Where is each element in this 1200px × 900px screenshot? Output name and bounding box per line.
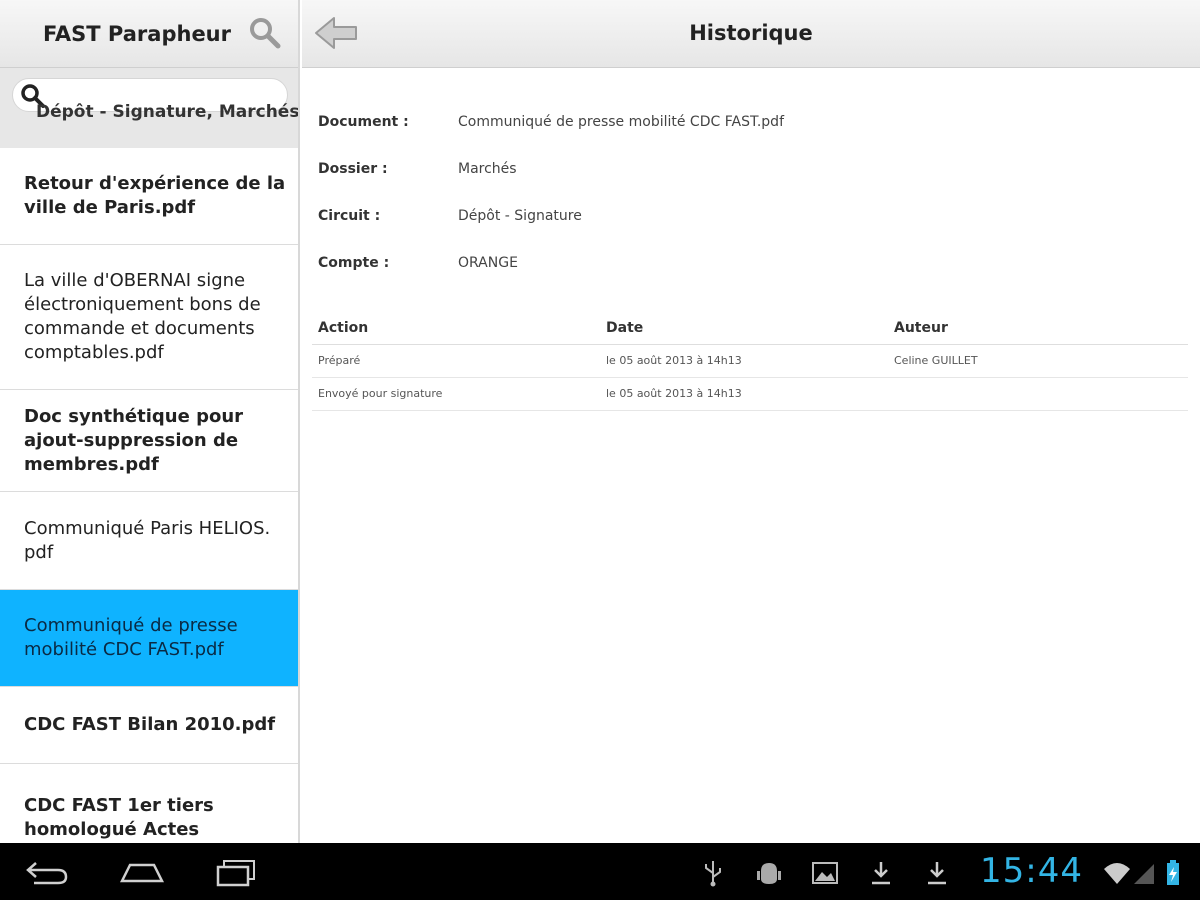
table-header-row: Action Date Auteur xyxy=(312,312,1188,345)
info-row-circuit: Circuit : Dépôt - Signature xyxy=(318,192,1200,239)
list-item-selected[interactable]: Communiqué de presse mobilité CDC FAST.p… xyxy=(0,590,298,687)
list-item[interactable]: La ville d'OBERNAI signe électroniquemen… xyxy=(0,245,298,390)
info-value: ORANGE xyxy=(458,254,518,271)
info-label: Circuit : xyxy=(318,207,381,224)
system-bar: 15:44 xyxy=(0,843,1200,900)
cell-author xyxy=(888,377,1188,411)
document-info: Document : Communiqué de presse mobilité… xyxy=(302,68,1200,286)
cell-author: Celine GUILLET xyxy=(888,344,1188,378)
info-value: Marchés xyxy=(458,160,517,177)
list-item-label: Doc synthétique pour ajout-suppression d… xyxy=(24,405,244,475)
history-panel: Historique Document : Communiqué de pres… xyxy=(302,0,1200,843)
table-row: Envoyé pour signature le 05 août 2013 à … xyxy=(312,377,1188,411)
document-list: Retour d'expérience de la ville de Paris… xyxy=(0,148,298,843)
info-label: Dossier : xyxy=(318,160,388,177)
column-header-date: Date xyxy=(600,312,888,345)
info-row-dossier: Dossier : Marchés xyxy=(318,145,1200,192)
page-title: Historique xyxy=(689,21,813,45)
list-item[interactable]: CDC FAST 1er tiers homologué Actes xyxy=(0,764,298,843)
list-item-label: CDC FAST 1er tiers homologué Actes xyxy=(24,795,214,840)
image-icon xyxy=(812,862,838,884)
download-icon xyxy=(928,862,946,885)
clock: 15:44 xyxy=(980,851,1083,891)
signal-icon xyxy=(1134,864,1154,884)
android-debug-icon xyxy=(757,863,781,884)
list-item-label: La ville d'OBERNAI signe électroniquemen… xyxy=(24,270,261,363)
info-row-compte: Compte : ORANGE xyxy=(318,239,1200,286)
list-item-label: Communiqué de presse mobilité CDC FAST.p… xyxy=(24,615,238,660)
info-label: Compte : xyxy=(318,254,390,271)
list-item[interactable]: Communiqué Paris HELIOS. pdf xyxy=(0,492,298,590)
battery-charging-icon xyxy=(1167,860,1179,885)
document-list-panel: FAST Parapheur Dépôt - Signature, Marché… xyxy=(0,0,300,843)
list-item[interactable]: CDC FAST Bilan 2010.pdf xyxy=(0,687,298,764)
table-row: Préparé le 05 août 2013 à 14h13 Celine G… xyxy=(312,344,1188,378)
search-icon[interactable] xyxy=(248,16,282,50)
info-label: Document : xyxy=(318,113,409,130)
column-header-action: Action xyxy=(312,312,600,345)
list-item-partial[interactable]: Dépôt - Signature, Marchés xyxy=(36,102,298,122)
history-table: Action Date Auteur Préparé le 05 août 20… xyxy=(312,312,1188,411)
right-action-bar: Historique xyxy=(302,0,1200,68)
usb-icon xyxy=(705,861,721,887)
cell-action: Envoyé pour signature xyxy=(312,377,600,411)
list-item-label: Retour d'expérience de la ville de Paris… xyxy=(24,173,286,218)
cell-date: le 05 août 2013 à 14h13 xyxy=(600,344,888,378)
recent-apps-icon[interactable] xyxy=(212,857,260,887)
list-item-label: Communiqué Paris HELIOS. pdf xyxy=(24,517,271,563)
wifi-icon xyxy=(1104,863,1130,884)
search-area: Dépôt - Signature, Marchés xyxy=(0,68,298,148)
app-title: FAST Parapheur xyxy=(42,21,231,46)
list-item[interactable]: Retour d'expérience de la ville de Paris… xyxy=(0,148,298,245)
back-icon[interactable] xyxy=(22,857,70,887)
column-header-author: Auteur xyxy=(888,312,1188,345)
cell-action: Préparé xyxy=(312,344,600,378)
info-row-document: Document : Communiqué de presse mobilité… xyxy=(318,98,1200,145)
download-icon xyxy=(872,862,890,885)
home-icon[interactable] xyxy=(118,857,166,887)
cell-date: le 05 août 2013 à 14h13 xyxy=(600,377,888,411)
left-action-bar: FAST Parapheur xyxy=(0,0,298,68)
info-value: Dépôt - Signature xyxy=(458,207,582,224)
list-item-label: CDC FAST Bilan 2010.pdf xyxy=(24,714,276,735)
list-item[interactable]: Doc synthétique pour ajout-suppression d… xyxy=(0,390,298,492)
info-value: Communiqué de presse mobilité CDC FAST.p… xyxy=(458,113,784,130)
